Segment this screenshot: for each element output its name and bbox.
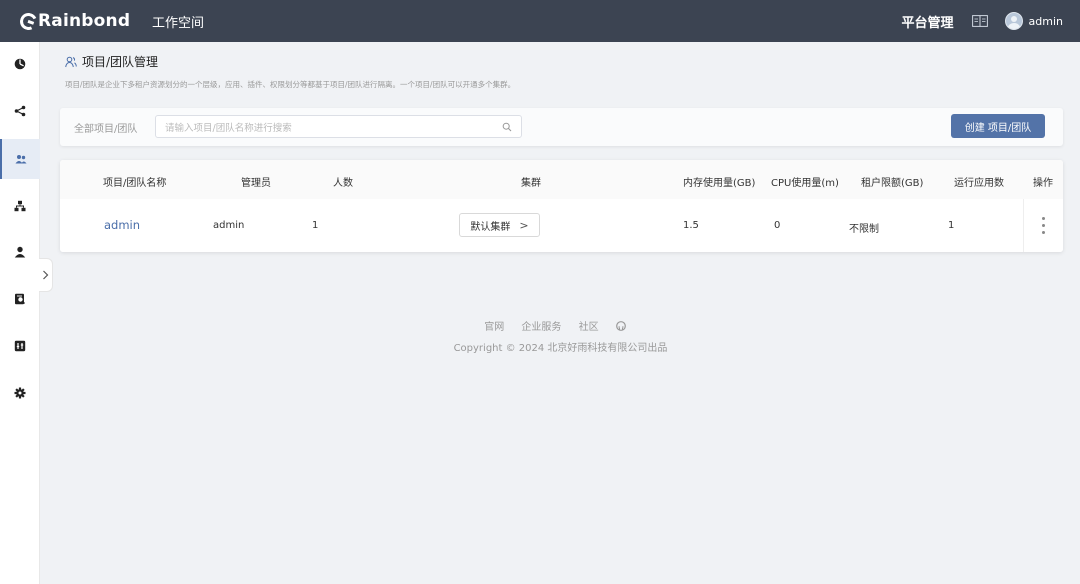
footer-links: 官网 企业服务 社区 [0,318,1080,333]
team-running-apps-cell: 1 [948,220,955,231]
brand-name: Rainbond [38,11,131,31]
top-header: Rainbond 工作空间 平台管理 admin [0,0,1080,42]
footer-link-enterprise[interactable]: 企业服务 [521,322,561,333]
search-icon[interactable] [502,122,512,132]
sidebar-item-share[interactable] [0,91,40,131]
cluster-button[interactable]: 默认集群 > [459,213,540,237]
chevron-right-icon [43,270,49,280]
row-actions-menu[interactable] [1023,199,1063,252]
column-header-name: 项目/团队名称 [103,178,167,189]
dashboard-icon [14,58,26,70]
team-search-box [155,115,522,139]
team-cpu-cell: 0 [774,220,781,231]
sidebar-item-dashboard[interactable] [0,44,40,84]
github-icon [615,321,626,331]
column-header-running-apps: 运行应用数 [954,178,1004,189]
sidebar-item-settings[interactable] [0,373,40,413]
cluster-icon [14,200,26,212]
workspace-nav-link[interactable]: 工作空间 [152,12,204,31]
settings-icon [14,387,26,399]
sidebar-item-users[interactable] [0,232,40,272]
teams-table: 项目/团队名称 管理员 人数 集群 内存使用量(GB) CPU使用量(m) 租户… [60,160,1063,252]
sidebar-collapse-toggle[interactable] [39,258,53,292]
username-label[interactable]: admin [1029,15,1063,28]
team-quota-cell: 不限制 [849,224,879,235]
logo-mark-icon [17,10,40,32]
team-name-link[interactable]: admin [104,218,140,232]
team-outline-icon [65,56,77,67]
user-icon [14,246,26,258]
sidebar-item-teams[interactable] [0,139,40,179]
column-header-cluster: 集群 [521,178,541,189]
rainbond-logo[interactable]: Rainbond [17,10,132,32]
share-icon [14,105,26,117]
team-admin-cell: admin [213,220,245,231]
team-memory-cell: 1.5 [683,220,699,231]
table-row: admin admin 1 默认集群 > 1.5 0 不限制 1 [60,199,1063,252]
team-search-input[interactable] [156,118,486,139]
docs-book-icon[interactable] [971,15,988,27]
all-teams-label: 全部项目/团队 [74,124,138,135]
cluster-button-label: 默认集群 [470,221,511,233]
column-header-memory: 内存使用量(GB) [683,178,756,189]
sidebar-item-audit[interactable] [0,279,40,319]
column-header-cpu: CPU使用量(m) [771,178,839,189]
table-header: 项目/团队名称 管理员 人数 集群 内存使用量(GB) CPU使用量(m) 租户… [60,160,1063,199]
column-header-actions: 操作 [1033,178,1053,189]
page-title: 项目/团队管理 [82,55,159,69]
team-icon [15,155,27,164]
more-vertical-icon [1042,217,1045,234]
column-header-members: 人数 [333,178,353,189]
column-header-admin: 管理员 [241,178,271,189]
column-header-quota: 租户限额(GB) [861,178,924,189]
sidebar-item-clusters[interactable] [0,186,40,226]
sidebar [0,42,40,584]
create-team-button[interactable]: 创建 项目/团队 [951,114,1045,138]
footer-link-github[interactable] [615,321,626,333]
platform-management-link[interactable]: 平台管理 [902,12,954,31]
page-header: 项目/团队管理 项目/团队是企业下多租户资源划分的一个层级，应用、插件、权限划分… [65,53,515,90]
user-avatar[interactable] [1004,12,1023,30]
team-members-cell: 1 [312,220,319,231]
audit-icon [15,293,25,305]
copyright-text: Copyright © 2024 北京好雨科技有限公司出品 [453,343,668,354]
chevron-right-icon: > [519,218,529,232]
search-toolbar: 全部项目/团队 创建 项目/团队 [60,108,1063,146]
footer-link-website[interactable]: 官网 [484,322,504,333]
page-description: 项目/团队是企业下多租户资源划分的一个层级，应用、插件、权限划分等都基于项目/团… [65,80,516,89]
footer-link-community[interactable]: 社区 [579,322,599,333]
